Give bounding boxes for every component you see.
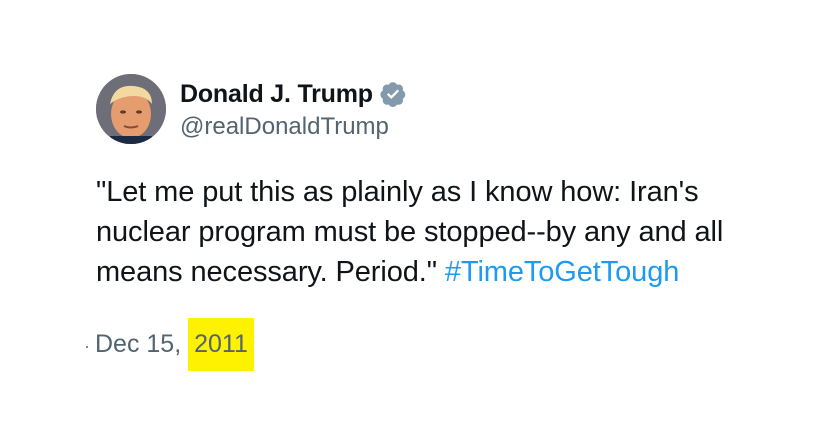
timestamp-year-highlighted: 2011 bbox=[188, 317, 254, 371]
author-handle[interactable]: @realDonaldTrump bbox=[180, 113, 389, 141]
timestamp-date: Dec 15, bbox=[95, 329, 189, 358]
tweet-text: "Let me put this as plainly as I know ho… bbox=[96, 172, 776, 292]
avatar[interactable] bbox=[96, 74, 166, 144]
hashtag-link[interactable]: #TimeToGetTough bbox=[445, 256, 679, 288]
verified-badge-icon bbox=[379, 80, 407, 108]
author-display-name[interactable]: Donald J. Trump bbox=[180, 80, 373, 109]
tweet-card: Donald J. Trump @realDonaldTrump "Let me… bbox=[0, 0, 840, 441]
tweet-timestamp[interactable]: Dec 15, 2011 bbox=[86, 317, 254, 371]
avatar-image bbox=[96, 74, 166, 144]
author-name-row: Donald J. Trump bbox=[180, 78, 407, 110]
separator-dot bbox=[86, 346, 88, 348]
